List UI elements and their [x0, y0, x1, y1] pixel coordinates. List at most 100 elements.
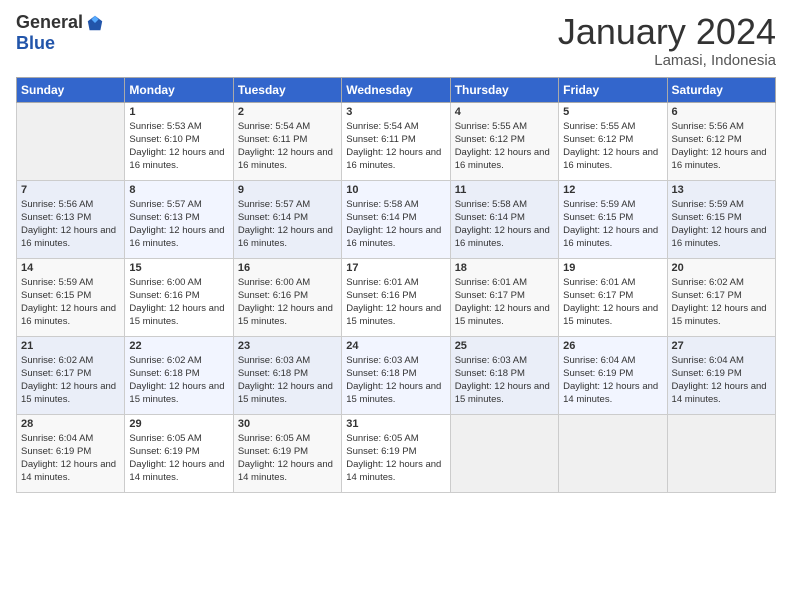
daylight-text: Daylight: 12 hours and 16 minutes.	[346, 147, 441, 171]
daylight-text: Daylight: 12 hours and 14 minutes.	[238, 459, 333, 483]
calendar-cell: 21Sunrise: 6:02 AMSunset: 6:17 PMDayligh…	[17, 336, 125, 414]
calendar-cell: 2Sunrise: 5:54 AMSunset: 6:11 PMDaylight…	[233, 102, 341, 180]
calendar-cell: 23Sunrise: 6:03 AMSunset: 6:18 PMDayligh…	[233, 336, 341, 414]
col-thursday: Thursday	[450, 77, 558, 102]
calendar-cell: 14 Sunrise: 5:59 AMSunset: 6:15 PMDayligh…	[17, 258, 125, 336]
day-number: 5	[563, 106, 662, 118]
sunrise-text: Sunrise: 6:03 AM	[346, 355, 418, 366]
sunset-text: Sunset: 6:11 PM	[346, 134, 416, 145]
sunrise-text: Sunrise: 5:57 AM	[129, 199, 201, 210]
day-info: Sunrise: 5:57 AM Sunset: 6:13 PM Daylight:…	[129, 198, 228, 251]
daylight-text: Daylight: 12 hours and 16 minutes.	[238, 147, 333, 171]
sunrise-text: Sunrise: 5:54 AM	[346, 121, 418, 132]
day-info: Sunrise: 5:53 AM Sunset: 6:10 PM Daylight:…	[129, 120, 228, 173]
calendar-cell: 9Sunrise: 5:57 AMSunset: 6:14 PMDaylight…	[233, 180, 341, 258]
daylight-text: Daylight: 12 hours and 14 minutes.	[21, 459, 116, 483]
sunrise-text: Sunrise: 5:56 AM	[21, 199, 93, 210]
day-number: 19	[563, 262, 662, 274]
col-monday: Monday	[125, 77, 233, 102]
sunrise-text: Sunrise: 6:04 AM	[21, 433, 93, 444]
daylight-text: Daylight: 12 hours and 16 minutes.	[672, 147, 767, 171]
day-info: Sunrise: 6:05 AMSunset: 6:19 PMDaylight:…	[129, 432, 228, 485]
day-number: 27	[672, 340, 771, 352]
sunset-text: Sunset: 6:19 PM	[21, 446, 91, 457]
location: Lamasi, Indonesia	[558, 52, 776, 69]
sunset-text: Sunset: 6:12 PM	[455, 134, 525, 145]
day-number: 29	[129, 418, 228, 430]
sunset-text: Sunset: 6:16 PM	[238, 290, 308, 301]
day-info: Sunrise: 6:01 AMSunset: 6:17 PMDaylight:…	[563, 276, 662, 329]
calendar-cell: 7Sunrise: 5:56 AMSunset: 6:13 PMDaylight…	[17, 180, 125, 258]
day-number: 14	[21, 262, 120, 274]
calendar-cell: 30Sunrise: 6:05 AMSunset: 6:19 PMDayligh…	[233, 414, 341, 492]
sunrise-text: Sunrise: 5:55 AM	[563, 121, 635, 132]
day-info: Sunrise: 5:55 AMSunset: 6:12 PMDaylight:…	[563, 120, 662, 173]
header: General Blue January 2024 Lamasi, Indone…	[16, 12, 776, 69]
col-tuesday: Tuesday	[233, 77, 341, 102]
daylight-text: Daylight: 12 hours and 16 minutes.	[129, 147, 224, 171]
sunset-text: Sunset: 6:12 PM	[672, 134, 742, 145]
sunset-text: Sunset: 6:16 PM	[346, 290, 416, 301]
sunset-text: Sunset: 6:18 PM	[455, 368, 525, 379]
daylight-text: Daylight: 12 hours and 14 minutes.	[563, 381, 658, 405]
calendar-cell: 13Sunrise: 5:59 AMSunset: 6:15 PMDayligh…	[667, 180, 775, 258]
daylight-text: Daylight: 12 hours and 16 minutes.	[672, 225, 767, 249]
sunset-text: Sunset: 6:19 PM	[563, 368, 633, 379]
day-number: 4	[455, 106, 554, 118]
daylight-text: Daylight: 12 hours and 16 minutes.	[563, 225, 658, 249]
week-row-3: 21Sunrise: 6:02 AMSunset: 6:17 PMDayligh…	[17, 336, 776, 414]
sunrise-text: Sunrise: 5:56 AM	[672, 121, 744, 132]
sunrise-text: Sunrise: 6:05 AM	[129, 433, 201, 444]
sunrise-text: Sunrise: 5:59 AM	[672, 199, 744, 210]
calendar-cell: 26 Sunrise: 6:04 AM Sunset: 6:19 PM Dayligh…	[559, 336, 667, 414]
sunrise-text: Sunrise: 6:02 AM	[21, 355, 93, 366]
daylight-text: Daylight: 12 hours and 15 minutes.	[672, 303, 767, 327]
day-info: Sunrise: 5:58 AMSunset: 6:14 PMDaylight:…	[455, 198, 554, 251]
day-number: 17	[346, 262, 445, 274]
daylight-text: Daylight: 12 hours and 15 minutes.	[455, 303, 550, 327]
daylight-text: Daylight: 12 hours and 14 minutes.	[346, 459, 441, 483]
title-block: January 2024 Lamasi, Indonesia	[558, 12, 776, 69]
daylight-text: Daylight: 12 hours and 16 minutes.	[346, 225, 441, 249]
sunset-text: Sunset: 6:10 PM	[129, 134, 199, 145]
day-number: 18	[455, 262, 554, 274]
day-number: 10	[346, 184, 445, 196]
sunset-text: Sunset: 6:14 PM	[238, 212, 308, 223]
daylight-text: Daylight: 12 hours and 15 minutes.	[563, 303, 658, 327]
week-row-1: 7 Sunrise: 5:56 AM Sunset: 6:13 PM Daylight…	[17, 180, 776, 258]
sunset-text: Sunset: 6:15 PM	[21, 290, 91, 301]
sunrise-text: Sunrise: 6:03 AM	[455, 355, 527, 366]
calendar-cell	[17, 102, 125, 180]
sunset-text: Sunset: 6:17 PM	[21, 368, 91, 379]
daylight-text: Daylight: 12 hours and 15 minutes.	[129, 381, 224, 405]
day-number: 7	[21, 184, 120, 196]
calendar-cell: 31Sunrise: 6:05 AMSunset: 6:19 PMDayligh…	[342, 414, 450, 492]
calendar-cell: 28Sunrise: 6:04 AMSunset: 6:19 PMDayligh…	[17, 414, 125, 492]
day-info: Sunrise: 6:03 AMSunset: 6:18 PMDaylight:…	[238, 354, 337, 407]
col-saturday: Saturday	[667, 77, 775, 102]
day-info: Sunrise: 5:59 AMSunset: 6:15 PMDaylight:…	[21, 276, 120, 329]
day-number: 26	[563, 340, 662, 352]
logo-icon	[86, 14, 104, 32]
sunset-text: Sunset: 6:15 PM	[672, 212, 742, 223]
sunset-text: Sunset: 6:17 PM	[563, 290, 633, 301]
calendar-cell: 1Sunrise: 5:53 AMSunset: 6:10 PMDaylight…	[125, 102, 233, 180]
daylight-text: Daylight: 12 hours and 16 minutes.	[21, 303, 116, 327]
daylight-text: Daylight: 12 hours and 15 minutes.	[21, 381, 116, 405]
day-info: Sunrise: 5:57 AMSunset: 6:14 PMDaylight:…	[238, 198, 337, 251]
sunset-text: Sunset: 6:16 PM	[129, 290, 199, 301]
sunrise-text: Sunrise: 6:05 AM	[238, 433, 310, 444]
sunrise-text: Sunrise: 6:04 AM	[672, 355, 744, 366]
daylight-text: Daylight: 12 hours and 16 minutes.	[563, 147, 658, 171]
sunrise-text: Sunrise: 6:02 AM	[672, 277, 744, 288]
sunset-text: Sunset: 6:13 PM	[129, 212, 199, 223]
sunrise-text: Sunrise: 5:53 AM	[129, 121, 201, 132]
calendar-cell: 12Sunrise: 5:59 AMSunset: 6:15 PMDayligh…	[559, 180, 667, 258]
sunset-text: Sunset: 6:19 PM	[346, 446, 416, 457]
day-number: 6	[672, 106, 771, 118]
day-info: Sunrise: 5:59 AM Sunset: 6:15 PM Daylight:…	[672, 198, 771, 251]
sunset-text: Sunset: 6:11 PM	[238, 134, 308, 145]
daylight-text: Daylight: 12 hours and 16 minutes.	[129, 225, 224, 249]
sunset-text: Sunset: 6:14 PM	[346, 212, 416, 223]
sunrise-text: Sunrise: 6:04 AM	[563, 355, 635, 366]
